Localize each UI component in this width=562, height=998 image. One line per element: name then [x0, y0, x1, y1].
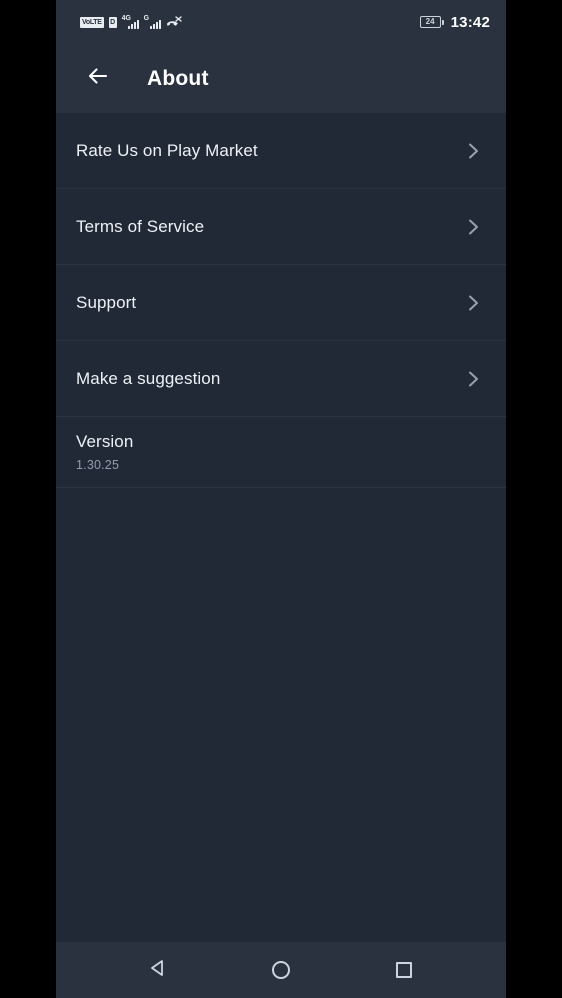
volte-icon: VoLTE	[80, 16, 104, 28]
signal-bar	[130, 23, 133, 29]
signal-bar	[149, 25, 152, 29]
signal-bar	[155, 21, 158, 29]
recents-square-icon	[396, 962, 413, 978]
data-indicator-icon: D	[108, 16, 117, 28]
battery-cap	[441, 19, 444, 25]
list-item-label: Make a suggestion	[76, 368, 221, 388]
list-item-label: Rate Us on Play Market	[76, 140, 258, 160]
chevron-right-icon	[462, 292, 484, 314]
battery-body: 24	[419, 16, 441, 28]
status-bar-right-icons: 24 13:42	[419, 13, 490, 31]
list-item-rate-us[interactable]: Rate Us on Play Market	[56, 113, 506, 189]
screenshot-frame: VoLTE D 4G G 24 13:42 About Rate Us on P…	[0, 0, 562, 998]
list-item-version: Version 1.30.25	[56, 417, 506, 488]
network-type-label-sim2: G	[143, 14, 150, 22]
arrow-left-icon	[85, 63, 111, 94]
version-value: 1.30.25	[76, 458, 120, 472]
chevron-right-icon	[462, 216, 484, 238]
chevron-right-icon	[462, 368, 484, 390]
list-item-make-a-suggestion[interactable]: Make a suggestion	[56, 341, 506, 417]
list-item-label: Version	[76, 432, 134, 451]
signal-bars-sim2-icon: G	[143, 14, 161, 29]
back-triangle-icon	[148, 958, 168, 983]
battery-percent-label: 24	[425, 17, 435, 26]
network-type-label-sim1: 4G	[121, 14, 131, 22]
list-item-support[interactable]: Support	[56, 265, 506, 341]
list-item-terms-of-service[interactable]: Terms of Service	[56, 189, 506, 265]
signal-bar	[158, 19, 161, 29]
status-bar-clock: 13:42	[450, 13, 490, 31]
signal-bar	[133, 21, 136, 29]
app-bar: About	[56, 44, 506, 113]
back-button[interactable]	[76, 57, 120, 101]
nav-back-button[interactable]	[130, 946, 186, 994]
phone-screen: VoLTE D 4G G 24 13:42 About Rate Us on P…	[56, 0, 506, 998]
signal-bar	[136, 19, 139, 29]
nav-home-button[interactable]	[253, 946, 309, 994]
missed-call-icon	[166, 15, 182, 29]
list-item-label: Terms of Service	[76, 216, 205, 236]
list-item-label: Support	[76, 292, 137, 312]
about-list: Rate Us on Play Market Terms of Service …	[56, 113, 506, 942]
signal-bar	[127, 25, 130, 29]
status-bar: VoLTE D 4G G 24 13:42	[56, 0, 506, 44]
signal-bars-sim1-icon: 4G	[121, 14, 139, 29]
status-bar-left-icons: VoLTE D 4G G	[80, 14, 182, 29]
page-title: About	[147, 66, 209, 90]
home-circle-icon	[271, 961, 290, 979]
nav-recents-button[interactable]	[376, 946, 432, 994]
battery-icon: 24	[419, 16, 444, 28]
signal-bar	[152, 23, 155, 29]
chevron-right-icon	[462, 140, 484, 162]
android-nav-bar	[56, 942, 506, 998]
